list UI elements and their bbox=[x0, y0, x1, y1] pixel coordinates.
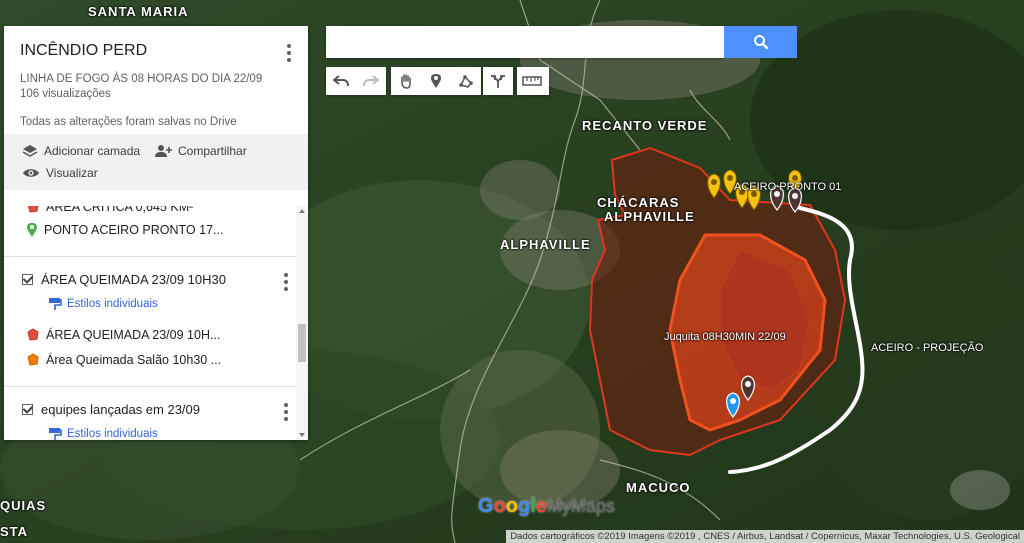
layer-visibility-checkbox[interactable] bbox=[22, 404, 33, 415]
paint-roller-icon bbox=[49, 428, 62, 440]
add-layer-label: Adicionar camada bbox=[44, 144, 141, 158]
layer-options-menu-icon[interactable] bbox=[284, 403, 288, 421]
polygon-icon bbox=[27, 206, 39, 213]
layer-visibility-checkbox[interactable] bbox=[22, 274, 33, 285]
feature-label: ACEIRO - PROJEÇÃO bbox=[871, 342, 984, 354]
directions-button[interactable] bbox=[483, 67, 513, 95]
eye-icon bbox=[23, 169, 39, 177]
list-item[interactable]: ÁREA QUEIMADA 23/09 10H... bbox=[26, 328, 220, 342]
undo-button[interactable] bbox=[326, 67, 356, 95]
divider bbox=[4, 256, 296, 257]
place-label: MACUCO bbox=[626, 480, 691, 495]
scrollbar-thumb[interactable] bbox=[298, 324, 306, 362]
directions-group bbox=[483, 67, 513, 95]
layer-options-menu-icon[interactable] bbox=[284, 273, 288, 291]
divider bbox=[4, 386, 296, 387]
map-title[interactable]: INCÊNDIO PERD bbox=[20, 42, 292, 60]
draw-line-button[interactable] bbox=[451, 67, 481, 95]
measure-group bbox=[517, 67, 549, 95]
pan-tool-button[interactable] bbox=[391, 67, 421, 95]
directions-icon bbox=[491, 75, 505, 88]
styles-label: Estilos individuais bbox=[67, 428, 158, 440]
feature-label: PONTO ACEIRO PRONTO 17... bbox=[44, 223, 224, 237]
search-icon bbox=[753, 35, 768, 50]
styles-label: Estilos individuais bbox=[67, 298, 158, 310]
layer-title: equipes lançadas em 23/09 bbox=[41, 402, 201, 417]
view-count: 106 visualizações bbox=[20, 88, 111, 100]
map-header: INCÊNDIO PERD LINHA DE FOGO ÀS 08 HORAS … bbox=[4, 26, 308, 134]
panel-scrollbar[interactable] bbox=[296, 206, 308, 440]
paint-roller-icon bbox=[49, 298, 62, 310]
preview-button[interactable]: Visualizar bbox=[22, 166, 98, 180]
layer-title: ÁREA QUEIMADA 23/09 10H30 bbox=[41, 272, 226, 287]
share-button[interactable]: Compartilhar bbox=[154, 144, 247, 158]
individual-styles-button[interactable]: Estilos individuais bbox=[48, 427, 158, 440]
add-person-icon bbox=[155, 145, 172, 157]
feature-label: ÁREA CRÍTICA 0,645 KM² bbox=[46, 206, 194, 214]
preview-label: Visualizar bbox=[46, 166, 98, 180]
undo-icon bbox=[333, 75, 349, 87]
feature-label: Área Queimada Salão 10h30 ... bbox=[46, 353, 222, 367]
google-my-maps-logo: GoogleMyMaps bbox=[478, 495, 615, 517]
draw-tools-group bbox=[391, 67, 481, 95]
search-input[interactable] bbox=[326, 26, 724, 58]
redo-icon bbox=[363, 75, 379, 87]
scroll-down-icon[interactable] bbox=[298, 432, 306, 438]
map-description[interactable]: LINHA DE FOGO ÀS 08 HORAS DO DIA 22/09 bbox=[20, 72, 292, 87]
place-label: SANTA MARIA bbox=[88, 4, 189, 19]
place-label: STA bbox=[0, 524, 29, 539]
feature-label: Juquita 08H30MIN 22/09 bbox=[664, 331, 786, 343]
place-label: CHÁCARAS bbox=[597, 195, 680, 210]
place-label: QUIAS bbox=[0, 498, 47, 513]
share-label: Compartilhar bbox=[178, 144, 247, 158]
list-item[interactable]: PONTO ACEIRO PRONTO 17... bbox=[26, 222, 223, 238]
list-item[interactable]: Área Queimada Salão 10h30 ... bbox=[26, 353, 221, 367]
individual-styles-button[interactable]: Estilos individuais bbox=[48, 297, 158, 311]
place-label: ALPHAVILLE bbox=[500, 237, 591, 252]
add-layer-button[interactable]: Adicionar camada bbox=[22, 144, 140, 158]
marker-icon bbox=[431, 74, 441, 88]
polygon-icon bbox=[27, 328, 39, 341]
place-label: RECANTO VERDE bbox=[582, 118, 708, 133]
panel-actions: Adicionar camada Compartilhar Visualizar bbox=[4, 134, 308, 190]
draw-line-icon bbox=[459, 75, 473, 88]
save-status: Todas as alterações foram salvas no Driv… bbox=[20, 116, 237, 128]
map-attribution: Dados cartográficos ©2019 Imagens ©2019 … bbox=[506, 530, 1024, 543]
add-marker-button[interactable] bbox=[421, 67, 451, 95]
map-options-menu-icon[interactable] bbox=[287, 44, 291, 62]
layer-header[interactable]: ÁREA QUEIMADA 23/09 10H30 bbox=[22, 272, 226, 287]
search-button[interactable] bbox=[724, 26, 797, 58]
measure-button[interactable] bbox=[517, 67, 547, 95]
feature-label: ÁREA QUEIMADA 23/09 10H... bbox=[46, 328, 221, 342]
ruler-icon bbox=[522, 76, 542, 86]
layer-header[interactable]: equipes lançadas em 23/09 bbox=[22, 402, 200, 417]
place-label: ALPHAVILLE bbox=[604, 209, 695, 224]
marker-green-icon bbox=[27, 223, 37, 237]
hand-icon bbox=[401, 74, 411, 89]
redo-button[interactable] bbox=[356, 67, 386, 95]
scroll-up-icon[interactable] bbox=[298, 208, 306, 214]
layers-panel: INCÊNDIO PERD LINHA DE FOGO ÀS 08 HORAS … bbox=[4, 26, 308, 440]
polygon-icon bbox=[27, 353, 39, 366]
list-item[interactable]: ÁREA CRÍTICA 0,645 KM² bbox=[26, 206, 193, 214]
layer-list[interactable]: ÁREA CRÍTICA 0,645 KM² PONTO ACEIRO PRON… bbox=[4, 206, 308, 440]
feature-label: ACEIRO PRONTO 01 bbox=[734, 181, 842, 193]
undo-redo-group bbox=[326, 67, 386, 95]
layers-icon bbox=[22, 145, 38, 157]
